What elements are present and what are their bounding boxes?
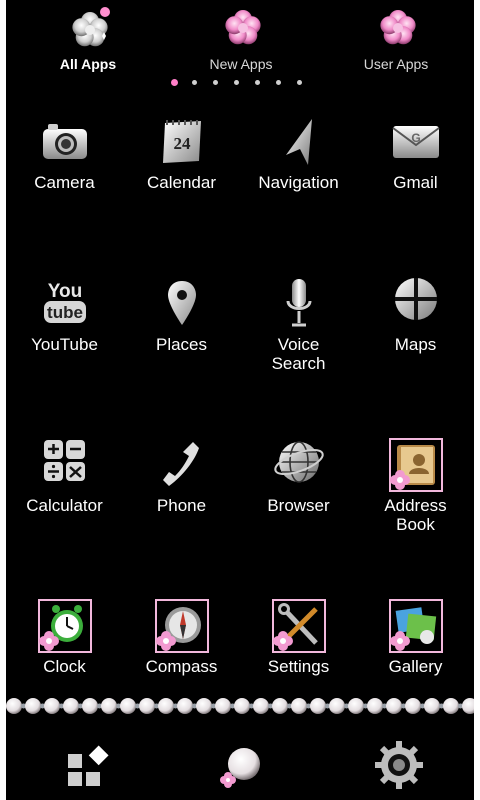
pearl-bead [196,698,212,714]
tools-icon [272,599,326,653]
app-label: YouTube [31,335,98,354]
pearl-bead [329,698,345,714]
page-dot [234,80,239,85]
app-label: Places [155,335,208,354]
app-camera[interactable]: Camera [6,115,123,235]
app-label: Camera [34,173,95,192]
pearl-icon[interactable] [216,740,266,790]
app-navigation[interactable]: Navigation [240,115,357,235]
page-dot [276,80,281,85]
app-label: Gallery [388,657,443,676]
gallery-photos-icon [389,599,443,653]
pearl-bead [139,698,155,714]
app-maps[interactable]: Maps [357,277,474,397]
tab-bar: All Apps New Apps User Apps [6,0,474,82]
pearl-bead [82,698,98,714]
youtube-text-bottom: tube [47,303,83,322]
app-browser[interactable]: Browser [240,438,357,558]
calendar-icon: 24 [163,120,201,163]
pearl-bead [234,698,250,714]
microphone-icon [286,279,312,327]
pearl-bead [215,698,231,714]
tab-user-apps[interactable]: User Apps [336,6,456,76]
pearl-bead [386,698,402,714]
pearl-bead [367,698,383,714]
page-dot [213,80,218,85]
app-label: Address Book [384,496,447,534]
phone-handset-icon [163,442,199,486]
pearl-bead [177,698,193,714]
pearl-bead [253,698,269,714]
app-calculator[interactable]: Calculator [6,438,123,558]
pink-flower-icon [380,10,416,45]
app-voice-search[interactable]: Voice Search [240,277,357,397]
gmail-letter: G [411,131,420,145]
page-dot [192,80,197,85]
app-gmail[interactable]: G Gmail [357,115,474,235]
app-label: Settings [267,657,330,676]
tab-label: All Apps [59,56,117,72]
compass-icon [155,599,209,653]
page-dot [171,79,178,86]
youtube-icon: You tube [44,281,86,323]
pearl-bead [63,698,79,714]
app-address-book[interactable]: Address Book [357,438,474,558]
navigation-arrow-icon [286,119,312,165]
app-places[interactable]: Places [123,277,240,397]
app-label: Calendar [147,173,216,192]
app-label: Maps [394,335,437,354]
pearl-bead [101,698,117,714]
maps-globe-icon [395,278,437,320]
dock-bar [6,730,474,800]
globe-browser-icon [274,441,324,483]
address-book-icon [389,438,443,492]
app-calendar[interactable]: 24 Calendar [123,115,240,235]
pearl-bead [462,698,474,714]
app-label: Phone [156,496,207,515]
pearl-bead [6,698,22,714]
page-indicator [171,79,311,88]
pearl-bead [120,698,136,714]
pearl-bead [44,698,60,714]
page-dot [255,80,260,85]
app-label: Clock [43,657,86,676]
diamond-flower-icon [72,7,110,47]
pearl-bead [158,698,174,714]
calendar-day-text: 24 [174,134,192,153]
pearl-bead [272,698,288,714]
calculator-icon [44,440,85,481]
pearl-bead [405,698,421,714]
gmail-envelope-icon: G [392,126,440,158]
app-label: Gmail [393,173,438,192]
grid-squares-icon[interactable] [64,740,114,790]
app-phone[interactable]: Phone [123,438,240,558]
gear-icon[interactable] [374,740,424,790]
camera-icon [43,124,87,159]
pearl-bead [25,698,41,714]
tab-new-apps[interactable]: New Apps [181,6,301,76]
app-youtube[interactable]: You tube YouTube [6,277,123,397]
pearl-divider [6,698,474,714]
pearl-bead [310,698,326,714]
app-label: Compass [145,657,218,676]
youtube-text-top: You [48,281,82,302]
tab-label: New Apps [209,56,273,72]
page-dot [297,80,302,85]
app-label: Navigation [258,173,339,192]
pearl-bead [443,698,459,714]
app-label: Browser [267,496,330,515]
pearl-bead [424,698,440,714]
tab-label: User Apps [363,56,429,72]
pink-flower-icon [225,10,261,45]
app-label: Calculator [26,496,103,515]
app-drawer-screen: All Apps New Apps User Apps Camera 24 Ca… [6,0,474,800]
app-label: Voice Search [271,335,326,373]
map-pin-icon [168,281,196,325]
tab-all-apps[interactable]: All Apps [28,6,148,76]
pearl-bead [291,698,307,714]
pearl-bead [348,698,364,714]
alarm-clock-icon [38,599,92,653]
